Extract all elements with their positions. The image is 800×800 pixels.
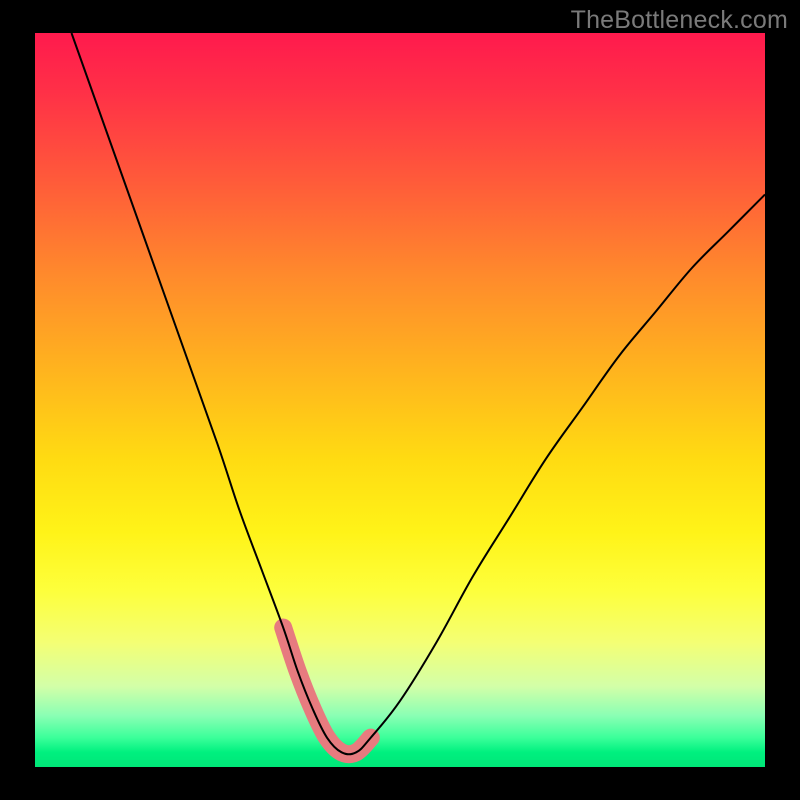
chart-frame: TheBottleneck.com bbox=[0, 0, 800, 800]
bottleneck-curve bbox=[72, 33, 766, 754]
highlight-band bbox=[283, 628, 371, 755]
plot-area bbox=[35, 33, 765, 767]
chart-svg bbox=[35, 33, 765, 767]
watermark-text: TheBottleneck.com bbox=[571, 6, 788, 35]
